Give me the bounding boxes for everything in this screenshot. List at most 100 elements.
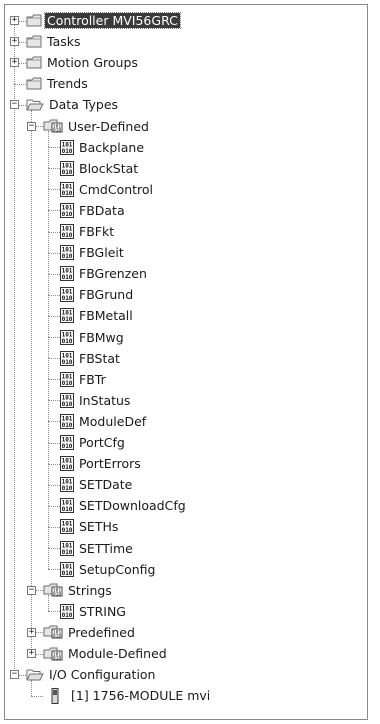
tree-item-label: ModuleDef: [79, 413, 147, 429]
tree-connector-line: [48, 526, 60, 528]
tree-connector-line: [48, 189, 60, 191]
datatype-icon: 101 010: [60, 498, 74, 514]
svg-text:010: 010: [62, 422, 73, 429]
tree-item-setdate[interactable]: 101 010 SETDate: [60, 474, 134, 495]
tree-item-cmdcontrol[interactable]: 101 010 CmdControl: [60, 179, 155, 200]
collapse-toggle-data-types[interactable]: −: [10, 100, 19, 110]
tree-item-fbgrenzen[interactable]: 101 010 FBGrenzen: [60, 263, 149, 284]
tree-connector-line: [48, 505, 60, 507]
tree-item-label: CmdControl: [79, 181, 154, 197]
tree-connector-line: [48, 548, 49, 570]
tree-item-label: User-Defined: [68, 118, 149, 134]
tree-connector-line: [48, 315, 49, 338]
tree-item-string[interactable]: 101 010 STRING: [60, 601, 128, 622]
tree-item-setdownloadcfg[interactable]: 101 010 SETDownloadCfg: [60, 495, 188, 516]
tree-item-i-o-configuration[interactable]: I/O Configuration: [26, 664, 157, 685]
folder-icon: [26, 35, 42, 48]
datatype-icon: 101 010: [60, 329, 74, 345]
expand-toggle-motion-groups[interactable]: +: [10, 58, 19, 68]
tree-connector-line: [48, 252, 49, 274]
svg-text:010: 010: [62, 443, 73, 450]
tree-item-fbgleit[interactable]: 101 010 FBGleit: [60, 242, 126, 263]
tree-connector-line: [48, 421, 49, 443]
svg-text:010: 010: [62, 232, 73, 239]
tree-item-trends[interactable]: Trends: [26, 73, 90, 94]
tree-item-predefined[interactable]: 101 010 Predefined: [43, 622, 137, 643]
tree-item-fbfkt[interactable]: 101 010 FBFkt: [60, 221, 116, 242]
svg-text:010: 010: [62, 211, 73, 218]
tree-item-label: Tasks: [47, 34, 81, 50]
datatype-folder-icon: 101 010: [43, 583, 63, 597]
tree-connector-line: [48, 400, 49, 422]
datatype-icon: 101 010: [60, 540, 74, 556]
collapse-toggle-user-defined[interactable]: −: [27, 121, 36, 131]
datatype-icon: 101 010: [60, 202, 74, 218]
datatype-icon: 101 010: [60, 350, 74, 366]
tree-item-controller-mvi56grc[interactable]: Controller MVI56GRC: [26, 10, 181, 31]
tree-item-module-defined[interactable]: 101 010 Module-Defined: [43, 643, 169, 664]
tree-item-label: SETDownloadCfg: [79, 498, 186, 514]
tree-item-settime[interactable]: 101 010 SETTime: [60, 538, 135, 559]
tree-item-instatus[interactable]: 101 010 InStatus: [60, 390, 132, 411]
tree-connector-line: [48, 147, 49, 169]
tree-item-fbtr[interactable]: 101 010 FBTr: [60, 369, 108, 390]
project-tree: + Controller MVI56GRC + Tasks + Motion Groups…: [5, 5, 367, 719]
datatype-icon: 101 010: [60, 308, 74, 324]
tree-item-seths[interactable]: 101 010 SETHs: [60, 516, 120, 537]
tree-item-label: Backplane: [79, 139, 145, 155]
tree-item-porterrors[interactable]: 101 010 PortErrors: [60, 453, 143, 474]
svg-text:010: 010: [62, 485, 73, 492]
tree-item-tasks[interactable]: Tasks: [26, 31, 83, 52]
tree-item-portcfg[interactable]: 101 010 PortCfg: [60, 432, 127, 453]
tree-item-label: SETDate: [79, 477, 133, 493]
tree-item-label: FBGleit: [79, 245, 124, 261]
expand-toggle-module-defined[interactable]: +: [27, 649, 36, 659]
tree-connector-line: [48, 442, 60, 444]
svg-text:010: 010: [62, 549, 73, 556]
tree-item-motion-groups[interactable]: Motion Groups: [26, 52, 140, 73]
tree-connector-line: [48, 337, 49, 359]
tree-connector-line: [48, 168, 60, 170]
datatype-icon: 101 010: [60, 519, 74, 535]
tree-item-label: FBGrenzen: [79, 266, 147, 282]
tree-item-setupconfig[interactable]: 101 010 SetupConfig: [60, 559, 158, 580]
tree-item-blockstat[interactable]: 101 010 BlockStat: [60, 158, 140, 179]
svg-text:010: 010: [62, 295, 73, 302]
svg-text:010: 010: [62, 316, 73, 323]
tree-item-strings[interactable]: 101 010 Strings: [43, 580, 114, 601]
tree-connector-line: [48, 294, 60, 296]
tree-connector-line: [48, 252, 60, 254]
svg-text:010: 010: [62, 612, 73, 619]
controller-organizer-panel: + Controller MVI56GRC + Tasks + Motion Groups…: [4, 4, 368, 720]
datatype-folder-icon: 101 010: [43, 625, 63, 639]
expand-toggle-predefined[interactable]: +: [27, 627, 36, 637]
collapse-toggle-strings[interactable]: −: [27, 585, 36, 595]
datatype-icon: 101 010: [60, 413, 74, 429]
tree-connector-line: [48, 210, 60, 212]
tree-item-backplane[interactable]: 101 010 Backplane: [60, 137, 146, 158]
tree-connector-line: [48, 147, 60, 149]
tree-item-fbgrund[interactable]: 101 010 FBGrund: [60, 284, 135, 305]
tree-item-label: FBData: [79, 202, 125, 218]
tree-item-fbdata[interactable]: 101 010 FBData: [60, 200, 127, 221]
tree-item-label: FBFkt: [79, 224, 115, 239]
tree-item-label: Predefined: [68, 624, 135, 640]
tree-item-fbstat[interactable]: 101 010 FBStat: [60, 348, 122, 369]
tree-item-label: SetupConfig: [79, 561, 156, 577]
tree-item-data-types[interactable]: Data Types: [26, 94, 120, 115]
tree-connector-line: [48, 484, 60, 486]
tree-connector-line: [48, 358, 60, 360]
expand-toggle-tasks[interactable]: +: [10, 37, 19, 47]
datatype-icon: 101 010: [60, 139, 74, 155]
tree-item-fbmetall[interactable]: 101 010 FBMetall: [60, 305, 135, 326]
tree-item-user-defined[interactable]: 101 010 User-Defined: [43, 116, 151, 137]
tree-connector-line: [48, 611, 60, 613]
tree-connector-line: [48, 210, 49, 232]
tree-item-label: InStatus: [79, 392, 131, 408]
tree-item-fbmwg[interactable]: 101 010 FBMwg: [60, 327, 126, 348]
expand-toggle-controller-mvi56grc[interactable]: +: [10, 16, 19, 26]
collapse-toggle-i-o-configuration[interactable]: −: [10, 670, 19, 680]
svg-text:010: 010: [62, 570, 73, 577]
tree-item-moduledef[interactable]: 101 010 ModuleDef: [60, 411, 148, 432]
tree-item-1-1756-module-mvi[interactable]: [1] 1756-MODULE mvi: [43, 685, 212, 706]
